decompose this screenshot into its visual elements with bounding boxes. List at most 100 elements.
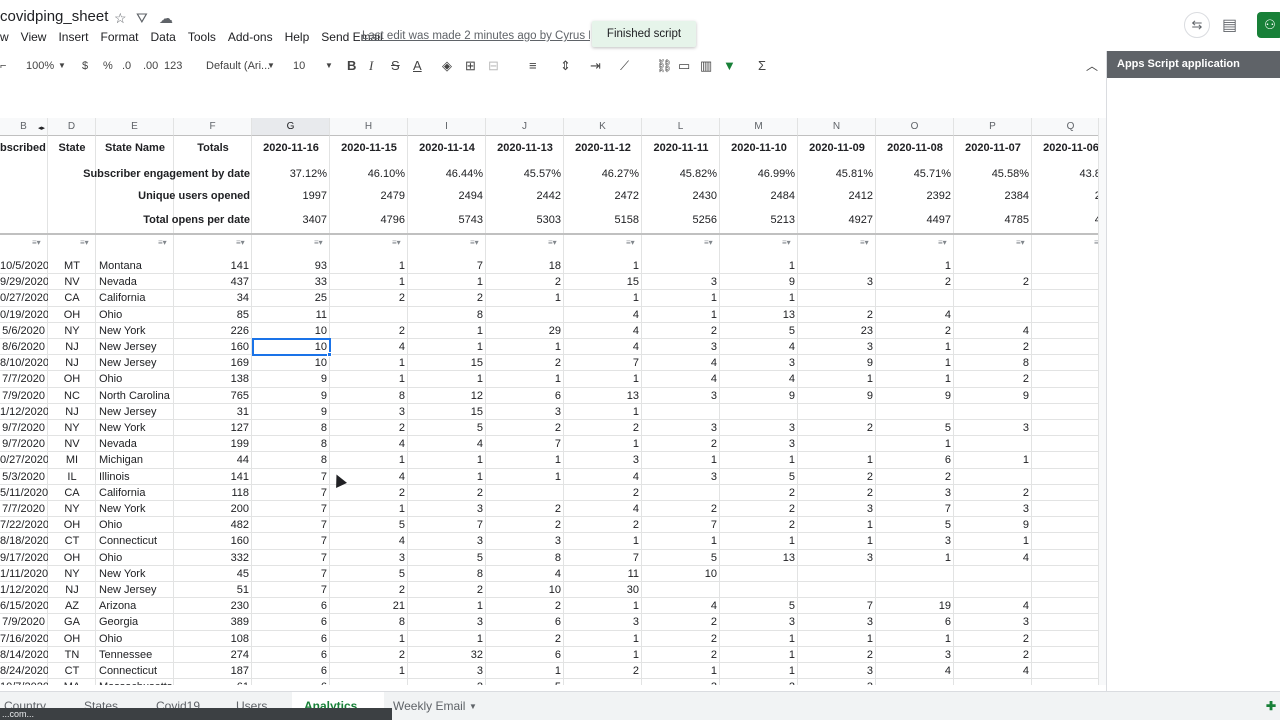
cell-opens[interactable] [876,679,954,685]
cell-opens[interactable]: 1 [720,533,798,549]
cell-total[interactable]: 160 [174,533,252,549]
cell-opens[interactable]: 3 [798,339,876,355]
cell-opens[interactable] [1032,550,1098,566]
cell-opens[interactable]: 2 [798,647,876,663]
column-header-e[interactable]: E [96,118,174,136]
fill-handle[interactable] [327,352,332,358]
cell-opens[interactable]: 7 [642,517,720,533]
cell-opens[interactable]: 5 [330,566,408,582]
cell-opens[interactable] [954,469,1032,485]
cell-total[interactable]: 226 [174,323,252,339]
cell-opens[interactable]: 3 [720,355,798,371]
column-header-d[interactable]: D [48,118,96,136]
cell-opens[interactable]: 4 [876,307,954,323]
cell-opens[interactable] [720,566,798,582]
cell-opens[interactable]: 7 [252,566,330,582]
cell-opens[interactable]: 3 [408,533,486,549]
cell-opens[interactable]: 4 [564,469,642,485]
cell-state[interactable]: NJ [48,355,96,371]
cell-state[interactable]: NY [48,501,96,517]
cell-opens[interactable] [954,258,1032,274]
column-header-i[interactable]: I [408,118,486,136]
text-color-button[interactable]: A [413,54,422,78]
cell-opens[interactable]: 4 [876,663,954,679]
cell-state[interactable]: NJ [48,339,96,355]
cell-state[interactable]: NY [48,323,96,339]
cell-opens[interactable]: 2 [408,679,486,685]
cell-opens[interactable]: 3 [408,663,486,679]
cell-opens[interactable]: 3 [876,485,954,501]
cell-total[interactable]: 118 [174,485,252,501]
cell-opens[interactable]: 1 [564,533,642,549]
cell-opens[interactable]: 6 [876,452,954,468]
cell-subscribed-date[interactable]: 1/12/2020 [0,582,48,598]
cell-opens[interactable]: 4 [954,550,1032,566]
cell-opens[interactable]: 3 [798,274,876,290]
menu-partial[interactable]: w [0,30,9,46]
cell-state-name[interactable]: Tennessee [99,647,174,663]
cell-subscribed-date[interactable]: 8/14/2020 [0,647,48,663]
cell-opens[interactable]: 2 [486,598,564,614]
cell-opens[interactable]: 1 [408,631,486,647]
cell-opens[interactable]: 2 [720,485,798,501]
menu-data[interactable]: Data [151,30,176,46]
cell-opens[interactable]: 4 [954,598,1032,614]
cell-opens[interactable]: 5 [486,679,564,685]
cell-opens[interactable]: 2 [330,647,408,663]
cell-opens[interactable]: 2 [876,323,954,339]
cell-opens[interactable]: 1 [486,469,564,485]
column-header-p[interactable]: P [954,118,1032,136]
cell-state-name[interactable]: Nevada [99,274,174,290]
cell-state-name[interactable]: California [99,290,174,306]
cell-opens[interactable]: 7 [408,517,486,533]
cell-opens[interactable]: 9 [876,388,954,404]
cell-opens[interactable]: 4 [330,436,408,452]
cell-total[interactable]: 169 [174,355,252,371]
cell-total[interactable]: 141 [174,469,252,485]
column-header-n[interactable]: N [798,118,876,136]
cell-opens[interactable]: 7 [252,550,330,566]
cell-state-name[interactable]: Michigan [99,452,174,468]
filter-button-icon[interactable]: ≡▾ [704,238,713,247]
cell-opens[interactable] [798,404,876,420]
cell-opens[interactable]: 10 [252,355,330,371]
cell-opens[interactable]: 4 [954,323,1032,339]
cell-opens[interactable]: 9 [252,371,330,387]
cell-opens[interactable]: 3 [330,404,408,420]
cell-opens[interactable]: 5 [876,517,954,533]
activity-dashboard-button[interactable]: ⇆ [1184,12,1210,38]
cell-opens[interactable]: 2 [954,371,1032,387]
cell-opens[interactable]: 2 [564,485,642,501]
fill-color-icon[interactable]: ◈ [442,54,452,78]
cell-opens[interactable] [1032,469,1098,485]
cell-opens[interactable]: 29 [486,323,564,339]
filter-button-icon[interactable]: ≡▾ [236,238,245,247]
column-header-o[interactable]: O [876,118,954,136]
cell-opens[interactable] [1032,420,1098,436]
cell-opens[interactable]: 1 [564,258,642,274]
cell-opens[interactable]: 9 [954,388,1032,404]
cell-opens[interactable]: 2 [486,274,564,290]
insert-comment-icon[interactable]: ▭ [678,54,690,78]
cell-opens[interactable]: 2 [330,290,408,306]
cell-subscribed-date[interactable]: 9/7/2020 [0,436,48,452]
cell-opens[interactable]: 1 [720,631,798,647]
paint-format-icon[interactable]: ⌐ [0,54,6,78]
cell-opens[interactable]: 4 [564,339,642,355]
cell-opens[interactable] [1032,404,1098,420]
filter-button-icon[interactable]: ≡▾ [548,238,557,247]
cell-opens[interactable]: 8 [408,307,486,323]
cell-opens[interactable] [720,404,798,420]
cell-opens[interactable] [1032,355,1098,371]
cell-opens[interactable]: 1 [564,598,642,614]
cell-opens[interactable]: 9 [954,517,1032,533]
cell-opens[interactable] [876,566,954,582]
cell-opens[interactable]: 33 [252,274,330,290]
cell-opens[interactable]: 1 [798,452,876,468]
cell-opens[interactable]: 1 [486,290,564,306]
cell-subscribed-date[interactable]: 8/24/2020 [0,663,48,679]
cell-total[interactable]: 141 [174,258,252,274]
cell-opens[interactable]: 7 [408,258,486,274]
cell-total[interactable]: 199 [174,436,252,452]
cell-opens[interactable]: 1 [954,452,1032,468]
